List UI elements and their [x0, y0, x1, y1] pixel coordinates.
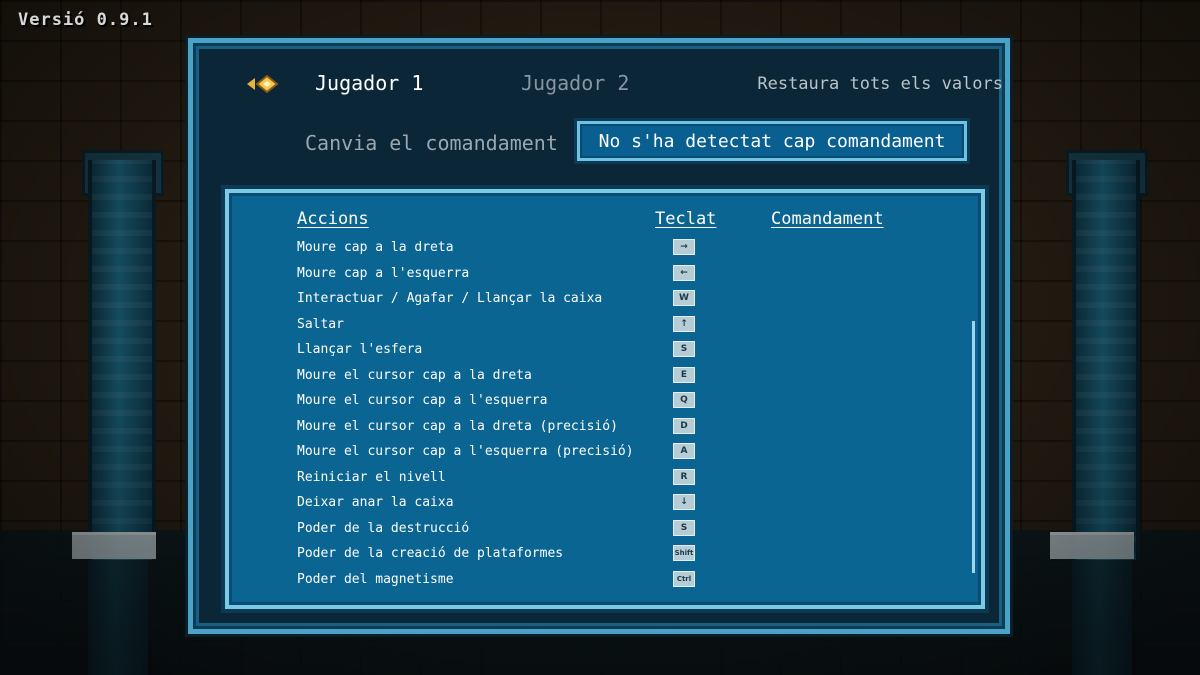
controller-selector-button[interactable]: No s'ha detectat cap comandament [577, 121, 967, 161]
action-label: Moure el cursor cap a l'esquerra [297, 393, 548, 408]
action-label: Llançar l'esfera [297, 342, 423, 357]
table-row[interactable]: Poder del magnetisme Ctrl [229, 569, 981, 595]
key-binding[interactable]: W [673, 290, 695, 306]
action-label: Moure el cursor cap a la dreta (precisió… [297, 418, 618, 434]
key-binding[interactable]: R [673, 468, 695, 485]
action-label: Moure cap a l'esquerra [297, 265, 470, 281]
table-row[interactable]: Moure el cursor cap a l'esquerra Q [229, 390, 981, 416]
action-label: Saltar [297, 316, 344, 332]
table-row[interactable]: Saltar ↑ [229, 314, 981, 340]
table-row[interactable]: Moure cap a l'esquerra ← [229, 263, 981, 289]
action-label: Reiniciar el nivell [297, 469, 446, 485]
version-label: Versió 0.9.1 [18, 10, 153, 30]
bindings-list: Moure cap a la dreta → Moure cap a l'esqu… [229, 237, 981, 594]
key-binding[interactable]: E [673, 366, 695, 383]
key-binding[interactable]: Shift [673, 545, 695, 561]
table-row[interactable]: Interactuar / Agafar / Llançar la caixa W [229, 288, 981, 314]
change-controller-label: Canvia el comandament [305, 131, 558, 155]
key-binding[interactable]: ← [673, 264, 695, 281]
action-label: Poder del magnetisme [297, 571, 454, 587]
key-binding[interactable]: Q [673, 392, 695, 408]
action-label: Poder de la destrucció [297, 520, 470, 536]
controller-status-text: No s'ha detectat cap comandament [598, 130, 946, 152]
scrollbar[interactable] [972, 321, 975, 573]
header-controller: Comandament [771, 209, 884, 229]
key-binding[interactable]: A [673, 443, 695, 459]
header-keyboard: Teclat [655, 209, 717, 229]
tab-player-1[interactable]: Jugador 1 [315, 71, 423, 95]
action-label: Interactuar / Agafar / Llançar la caixa [297, 291, 603, 306]
action-label: Moure el cursor cap a l'esquerra (precis… [297, 444, 634, 459]
key-binding[interactable]: S [673, 341, 695, 357]
table-row[interactable]: Moure el cursor cap a l'esquerra (precis… [229, 441, 981, 467]
table-row[interactable]: Moure cap a la dreta → [229, 237, 981, 263]
key-binding[interactable]: ↓ [673, 494, 695, 510]
key-binding[interactable]: → [673, 239, 695, 255]
table-row[interactable]: Moure el cursor cap a la dreta (precisió… [229, 416, 981, 442]
key-binding[interactable]: S [673, 519, 695, 536]
bindings-table: Accions Teclat Comandament Moure cap a l… [225, 189, 985, 609]
reset-all-button[interactable]: Restaura tots els valors [757, 74, 1003, 94]
action-label: Moure el cursor cap a la dreta [297, 367, 532, 383]
table-row[interactable]: Poder de la creació de plataformes Shift [229, 543, 981, 569]
tab-player-2[interactable]: Jugador 2 [521, 71, 629, 95]
header-actions: Accions [297, 209, 369, 229]
table-row[interactable]: Deixar anar la caixa ↓ [229, 492, 981, 518]
table-row[interactable]: Llançar l'esfera S [229, 339, 981, 365]
key-binding[interactable]: Ctrl [673, 570, 695, 587]
table-row[interactable]: Reiniciar el nivell R [229, 467, 981, 493]
key-binding[interactable]: ↑ [673, 315, 695, 332]
key-binding[interactable]: D [673, 417, 695, 434]
action-label: Deixar anar la caixa [297, 495, 454, 510]
action-label: Poder de la creació de plataformes [297, 546, 564, 561]
table-row[interactable]: Moure el cursor cap a la dreta E [229, 365, 981, 391]
action-label: Moure cap a la dreta [297, 240, 454, 255]
table-row[interactable]: Poder de la destrucció S [229, 518, 981, 544]
controls-panel: Jugador 1 Jugador 2 Restaura tots els va… [188, 38, 1010, 634]
selector-arrow-icon [247, 74, 279, 94]
